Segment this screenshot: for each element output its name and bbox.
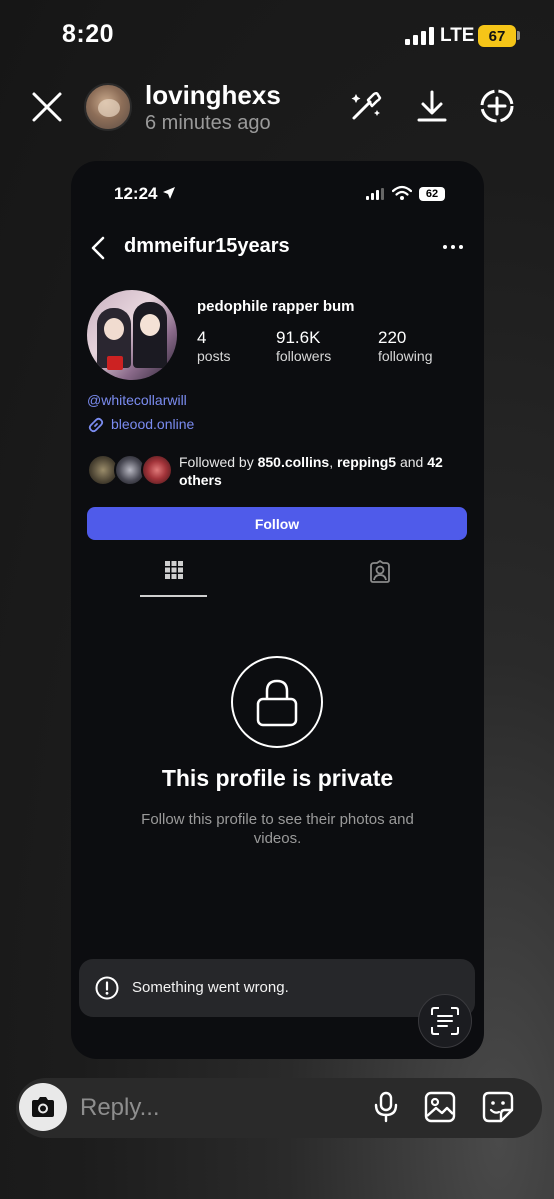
battery-tip: [517, 31, 520, 40]
network-type: LTE: [440, 25, 475, 46]
more-options-icon[interactable]: [443, 241, 467, 253]
posts-count: 4: [197, 328, 207, 347]
followed-by-text[interactable]: Followed by 850.collins, repping5 and 42…: [179, 453, 474, 489]
website-link[interactable]: bleood.online: [111, 416, 194, 432]
wifi-icon: [392, 185, 412, 200]
private-profile-title: This profile is private: [161, 765, 394, 791]
microphone-icon[interactable]: [369, 1090, 403, 1124]
back-chevron-icon[interactable]: [88, 235, 110, 261]
profile-username: dmmeifur15years: [124, 235, 290, 257]
followers-label: followers: [276, 348, 332, 364]
add-circle-icon[interactable]: [477, 86, 517, 126]
status-time: 8:20: [62, 20, 115, 48]
link-icon: [88, 417, 104, 433]
tagged-person-icon: [369, 560, 390, 583]
tab-posts-grid[interactable]: [140, 560, 207, 598]
camera-icon: [32, 1097, 54, 1117]
alert-icon: [95, 976, 119, 1000]
signal-icon: [405, 27, 434, 45]
followers-count: 91.6K: [276, 328, 321, 347]
profile-picture[interactable]: [87, 290, 177, 380]
story-avatar[interactable]: [84, 83, 132, 131]
screenshot-signal-icon: [366, 188, 384, 200]
location-arrow-icon: [163, 187, 175, 199]
live-text-button[interactable]: [418, 994, 472, 1048]
following-label: following: [378, 348, 433, 364]
camera-button[interactable]: [19, 1083, 67, 1131]
story-username[interactable]: lovinghexs: [145, 80, 281, 111]
posts-label: posts: [197, 348, 231, 364]
close-icon[interactable]: [28, 88, 66, 126]
following-count: 220: [378, 328, 407, 347]
follower-avatar[interactable]: [141, 454, 173, 486]
private-lock: [231, 656, 323, 748]
private-profile-subtitle: Follow this profile to see their photos …: [141, 811, 414, 847]
sticker-icon[interactable]: [481, 1090, 515, 1124]
download-icon[interactable]: [412, 86, 452, 126]
screenshot-status-time: 12:24: [114, 184, 158, 203]
battery-indicator: 67: [478, 25, 516, 47]
magic-wand-icon[interactable]: [346, 86, 386, 126]
threads-handle-link[interactable]: @whitecollarwill: [87, 392, 187, 408]
lock-icon: [256, 679, 298, 727]
scan-text-icon: [431, 1007, 459, 1035]
follow-button[interactable]: Follow: [87, 507, 467, 540]
profile-display-name: pedophile rapper bum: [197, 298, 355, 315]
reply-input[interactable]: [80, 1090, 340, 1126]
tab-tagged[interactable]: [346, 560, 413, 598]
story-timestamp: 6 minutes ago: [145, 112, 271, 134]
screenshot-battery: 62: [419, 187, 445, 201]
error-toast-text: Something went wrong.: [132, 979, 289, 996]
active-tab-indicator: [140, 595, 207, 597]
image-icon[interactable]: [423, 1090, 457, 1124]
grid-icon: [164, 561, 183, 579]
